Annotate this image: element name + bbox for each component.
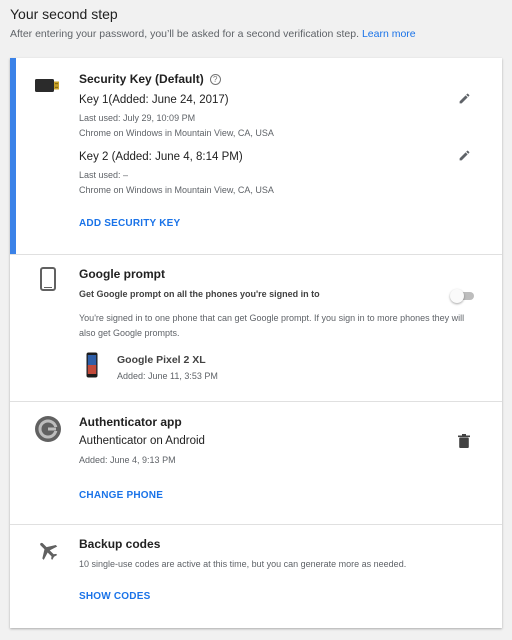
google-prompt-toggle[interactable] [450,289,476,303]
learn-more-link[interactable]: Learn more [362,28,416,40]
usb-key-icon [35,79,59,92]
security-key-title-text: Security Key (Default) [79,72,204,86]
help-icon[interactable]: ? [209,74,221,85]
trash-icon[interactable] [458,434,470,448]
key-1-name: Key 1(Added: June 24, 2017) [79,94,229,106]
change-phone-button[interactable]: CHANGE PHONE [79,490,163,501]
key-1-location: Chrome on Windows in Mountain View, CA, … [79,128,274,138]
show-codes-button[interactable]: SHOW CODES [79,591,150,602]
authenticator-icon [35,416,61,442]
page-description: After entering your password, you’ll be … [10,28,416,40]
backup-codes-title: Backup codes [79,537,161,551]
page-title: Your second step [10,6,118,22]
description-text: After entering your password, you’ll be … [10,28,360,40]
google-prompt-toggle-label: Get Google prompt on all the phones you'… [79,289,320,299]
authenticator-title: Authenticator app [79,415,182,429]
google-prompt-description: You're signed in to one phone that can g… [79,313,465,338]
toggle-knob [450,289,464,303]
pixel-phone-icon [86,352,98,378]
phone-icon [40,267,56,291]
authenticator-section: Authenticator app Authenticator on Andro… [10,402,502,525]
authenticator-device: Authenticator on Android [79,435,205,447]
device-added: Added: June 11, 3:53 PM [117,371,218,381]
device-name: Google Pixel 2 XL [117,354,206,366]
verification-card: Security Key (Default)? Key 1(Added: Jun… [10,58,502,628]
edit-key-2-pencil-icon[interactable] [458,149,471,162]
key-2-last-used: Last used: – [79,170,129,180]
edit-key-1-pencil-icon[interactable] [458,92,471,105]
key-2-name: Key 2 (Added: June 4, 8:14 PM) [79,151,243,163]
key-1-last-used: Last used: July 29, 10:09 PM [79,113,196,123]
security-key-title: Security Key (Default)? [79,72,221,86]
security-key-section: Security Key (Default)? Key 1(Added: Jun… [10,58,502,255]
default-accent-bar [10,58,16,254]
add-security-key-button[interactable]: ADD SECURITY KEY [79,218,180,229]
airplane-icon [40,542,58,560]
google-prompt-section: Google prompt Get Google prompt on all t… [10,255,502,402]
key-2-location: Chrome on Windows in Mountain View, CA, … [79,185,274,195]
backup-codes-description: 10 single-use codes are active at this t… [79,559,407,569]
google-prompt-title: Google prompt [79,267,165,281]
authenticator-added: Added: June 4, 9:13 PM [79,455,176,465]
backup-codes-section: Backup codes 10 single-use codes are act… [10,525,502,628]
